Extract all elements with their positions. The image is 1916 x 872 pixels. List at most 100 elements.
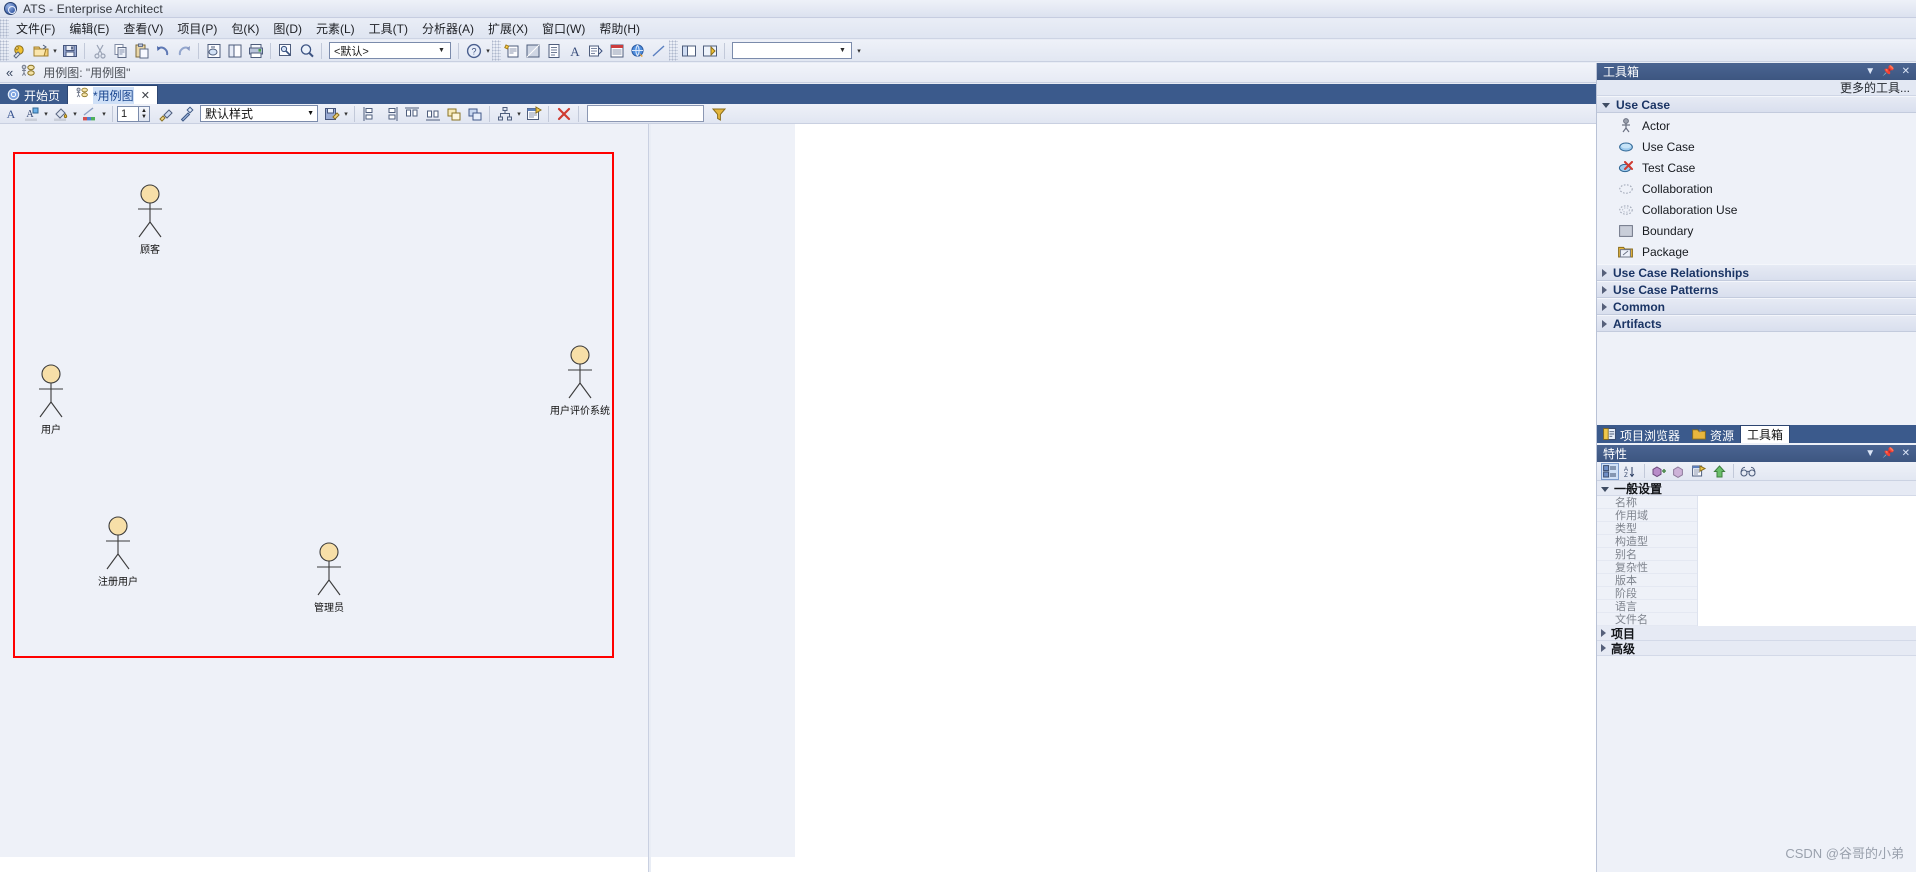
- help-icon[interactable]: ?: [464, 41, 483, 60]
- layout-icon[interactable]: [679, 41, 698, 60]
- chevron-down-icon[interactable]: ▼: [1865, 66, 1875, 77]
- pin-icon[interactable]: 📌: [1882, 66, 1894, 77]
- panel-tab-resources[interactable]: 资源: [1686, 427, 1740, 443]
- new-project-icon[interactable]: [10, 41, 29, 60]
- close-icon[interactable]: ✕: [141, 89, 150, 102]
- toolbar-overflow-arrow-icon[interactable]: ▾: [855, 42, 863, 60]
- diagram-properties-icon[interactable]: [524, 104, 543, 123]
- chevron-down-icon[interactable]: ▾: [100, 105, 108, 123]
- text-highlight-icon[interactable]: A: [22, 104, 41, 123]
- property-value[interactable]: [1697, 599, 1916, 613]
- menu-item-edit[interactable]: 编辑(E): [62, 19, 116, 39]
- new-diagram-icon[interactable]: [204, 41, 223, 60]
- chevron-down-icon[interactable]: ▼: [141, 114, 147, 120]
- line-color-icon[interactable]: [80, 104, 99, 123]
- line-style-icon[interactable]: [649, 41, 668, 60]
- toolbar-gripper-3[interactable]: [669, 40, 678, 61]
- quick-linker-icon[interactable]: [502, 41, 521, 60]
- menu-item-element[interactable]: 元素(L): [309, 19, 362, 39]
- save-icon[interactable]: [60, 41, 79, 60]
- more-tools-link[interactable]: 更多的工具...: [1597, 80, 1916, 96]
- actor-element[interactable]: 顾客: [120, 184, 180, 256]
- open-dropdown-arrow-icon[interactable]: ▾: [51, 42, 59, 60]
- property-value[interactable]: [1697, 495, 1916, 509]
- new-package-icon[interactable]: [225, 41, 244, 60]
- pattern-icon[interactable]: [523, 41, 542, 60]
- close-icon[interactable]: ✕: [1902, 66, 1910, 77]
- toolbox-item-actor[interactable]: Actor: [1597, 115, 1916, 136]
- property-value[interactable]: [1697, 560, 1916, 574]
- save-style-icon[interactable]: [322, 104, 341, 123]
- menu-item-analyzer[interactable]: 分析器(A): [415, 19, 481, 39]
- toolbox-item-collaboration[interactable]: Collaboration: [1597, 178, 1916, 199]
- tab-use-case-diagram[interactable]: *用例图 ✕: [67, 85, 158, 104]
- align-right-icon[interactable]: [381, 104, 400, 123]
- toolbar-gripper[interactable]: [0, 40, 9, 61]
- matrix-icon[interactable]: [607, 41, 626, 60]
- property-value[interactable]: [1697, 573, 1916, 587]
- add-element-icon[interactable]: [1650, 463, 1668, 480]
- property-group-project[interactable]: 项目: [1597, 626, 1916, 641]
- property-value[interactable]: [1697, 521, 1916, 535]
- cut-icon[interactable]: [90, 41, 109, 60]
- format-painter-icon[interactable]: [156, 104, 175, 123]
- tab-start-page[interactable]: 开始页: [0, 87, 67, 104]
- delete-red-x-icon[interactable]: [554, 104, 573, 123]
- style-combo[interactable]: 默认样式 ▼: [200, 105, 318, 122]
- chevron-down-icon[interactable]: ▼: [836, 43, 849, 58]
- redo-icon[interactable]: [174, 41, 193, 60]
- move-up-icon[interactable]: [1710, 463, 1728, 480]
- help-dropdown-arrow-icon[interactable]: ▾: [484, 42, 492, 60]
- close-icon[interactable]: ✕: [1902, 448, 1910, 459]
- auto-layout-icon[interactable]: [495, 104, 514, 123]
- double-chevron-left-icon[interactable]: «: [6, 66, 13, 79]
- zoom-search-icon[interactable]: [297, 41, 316, 60]
- diagram-page[interactable]: 顾客 用户 用户评价系统 注册用户 管理员: [0, 124, 795, 857]
- menu-item-package[interactable]: 包(K): [224, 19, 266, 39]
- glasses-icon[interactable]: [1739, 463, 1757, 480]
- menu-item-diagram[interactable]: 图(D): [266, 19, 309, 39]
- web-publish-icon[interactable]: [628, 41, 647, 60]
- diagram-canvas[interactable]: 顾客 用户 用户评价系统 注册用户 管理员: [0, 124, 1581, 857]
- chevron-down-icon[interactable]: ▼: [1865, 448, 1875, 459]
- find-in-project-icon[interactable]: [276, 41, 295, 60]
- sort-alpha-icon[interactable]: A Z: [1621, 463, 1639, 480]
- canvas-vertical-splitter[interactable]: [648, 124, 651, 872]
- eyedropper-icon[interactable]: [177, 104, 196, 123]
- property-group-advanced[interactable]: 高级: [1597, 641, 1916, 656]
- pin-icon[interactable]: 📌: [1882, 448, 1894, 459]
- menu-item-tools[interactable]: 工具(T): [362, 19, 415, 39]
- chevron-down-icon[interactable]: ▾: [342, 105, 350, 123]
- property-value[interactable]: [1697, 547, 1916, 561]
- font-color-icon[interactable]: A: [1, 104, 20, 123]
- secondary-combo[interactable]: ▼: [732, 42, 852, 59]
- menu-item-file[interactable]: 文件(F): [9, 19, 62, 39]
- open-folder-icon[interactable]: [31, 41, 50, 60]
- property-value[interactable]: [1697, 534, 1916, 548]
- panel-tab-project-browser[interactable]: 项目浏览器: [1597, 427, 1686, 443]
- property-row-filename[interactable]: 文件名: [1597, 612, 1916, 626]
- menu-item-window[interactable]: 窗口(W): [535, 19, 592, 39]
- font-icon[interactable]: A: [565, 41, 584, 60]
- line-width-input[interactable]: 1: [117, 105, 139, 122]
- same-width-icon[interactable]: [444, 104, 463, 123]
- toolbox-item-package[interactable]: Package: [1597, 241, 1916, 262]
- align-top-icon[interactable]: [402, 104, 421, 123]
- property-value[interactable]: [1697, 586, 1916, 600]
- filter-funnel-icon[interactable]: [709, 104, 728, 123]
- toolbar-gripper-2[interactable]: [492, 40, 501, 61]
- project-tool-icon[interactable]: [700, 41, 719, 60]
- diagram-empty-area[interactable]: [795, 124, 1581, 857]
- actor-element[interactable]: 用户评价系统: [540, 345, 620, 417]
- panel-tab-toolbox[interactable]: 工具箱: [1740, 425, 1791, 443]
- actor-element[interactable]: 管理员: [299, 542, 359, 614]
- paste-icon[interactable]: [132, 41, 151, 60]
- chevron-down-icon[interactable]: ▾: [71, 105, 79, 123]
- toolbox-group-artifacts[interactable]: Artifacts: [1597, 315, 1916, 332]
- menu-item-view[interactable]: 查看(V): [116, 19, 170, 39]
- fill-color-icon[interactable]: [51, 104, 70, 123]
- toolbox-item-use-case[interactable]: Use Case: [1597, 136, 1916, 157]
- categorized-view-icon[interactable]: [1601, 462, 1619, 480]
- undo-icon[interactable]: [153, 41, 172, 60]
- align-left-icon[interactable]: [360, 104, 379, 123]
